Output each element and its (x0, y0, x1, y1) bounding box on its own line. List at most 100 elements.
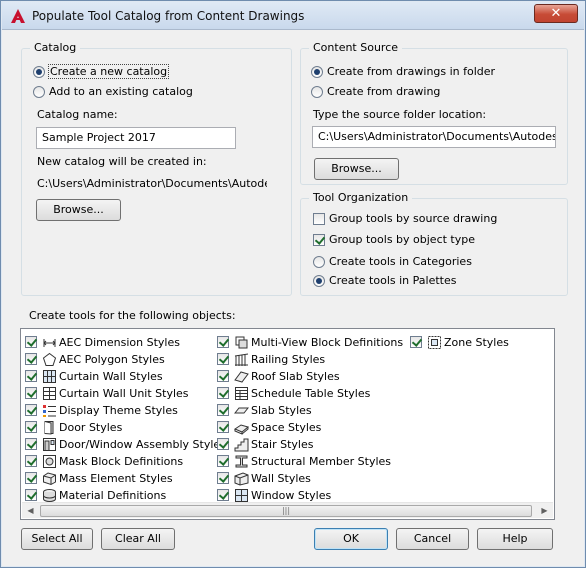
list-item[interactable]: Mass Element Styles (25, 470, 173, 486)
checkbox-indicator (217, 421, 229, 433)
list-item-label: Stair Styles (251, 437, 314, 451)
checkbox-indicator (217, 353, 229, 365)
tools-in-categories-label: Create tools in Categories (329, 255, 472, 268)
structural-member-icon (235, 455, 248, 467)
list-item[interactable]: Door/Window Assembly Styles (25, 436, 226, 452)
group-by-source-checkbox[interactable]: Group tools by source drawing (313, 212, 497, 225)
add-existing-catalog-label: Add to an existing catalog (49, 85, 193, 98)
curtain-wall-icon (43, 369, 56, 383)
list-item[interactable]: Space Styles (217, 419, 321, 435)
checkbox-indicator (217, 455, 229, 467)
slab-icon (234, 407, 249, 413)
checkbox-indicator (25, 336, 37, 348)
catalog-browse-button[interactable]: Browse... (36, 199, 121, 221)
help-button[interactable]: Help (477, 528, 553, 550)
multi-view-block-icon (235, 336, 248, 348)
title-bar[interactable]: Populate Tool Catalog from Content Drawi… (2, 2, 584, 30)
group-by-type-label: Group tools by object type (329, 233, 475, 246)
create-new-catalog-radio[interactable]: Create a new catalog (33, 64, 170, 79)
close-button[interactable]: ✕ (534, 4, 578, 23)
checkbox-indicator (217, 404, 229, 416)
roof-slab-icon (234, 370, 249, 383)
list-item[interactable]: Zone Styles (410, 334, 509, 350)
catalog-name-input[interactable]: Sample Project 2017 (36, 127, 236, 149)
list-item-label: Door/Window Assembly Styles (59, 437, 226, 451)
material-icon (43, 488, 56, 502)
radio-indicator (33, 65, 45, 78)
list-item-label: AEC Polygon Styles (59, 352, 165, 366)
list-item-label: Curtain Wall Unit Styles (59, 386, 189, 400)
list-item[interactable]: Schedule Table Styles (217, 385, 370, 401)
tools-in-categories-radio[interactable]: Create tools in Categories (313, 255, 472, 268)
create-from-drawing-label: Create from drawing (327, 85, 441, 98)
scroll-right-arrow-icon[interactable]: ▶ (536, 503, 553, 519)
list-item[interactable]: Roof Slab Styles (217, 368, 340, 384)
checkbox-indicator (25, 370, 37, 382)
checkbox-indicator (217, 472, 229, 484)
list-item[interactable]: AEC Polygon Styles (25, 351, 165, 367)
create-from-drawing-radio[interactable]: Create from drawing (311, 85, 440, 98)
source-folder-input[interactable]: C:\Users\Administrator\Documents\Autodes… (312, 126, 556, 148)
list-item-label: Display Theme Styles (59, 403, 178, 417)
list-item[interactable]: Mask Block Definitions (25, 453, 183, 469)
list-item[interactable]: Railing Styles (217, 351, 325, 367)
list-item[interactable]: Structural Member Styles (217, 453, 391, 469)
checkbox-indicator (25, 404, 37, 416)
space-icon (234, 423, 249, 435)
checkbox-indicator (217, 336, 229, 348)
source-folder-label: Type the source folder location: (313, 108, 487, 121)
door-window-assembly-icon (43, 437, 56, 451)
list-item[interactable]: Material Definitions (25, 487, 166, 503)
wall-icon (234, 471, 249, 486)
mass-element-icon (43, 471, 56, 485)
catalog-name-label: Catalog name: (37, 108, 118, 121)
list-item-label: Mask Block Definitions (59, 454, 184, 468)
list-item[interactable]: Wall Styles (217, 470, 311, 486)
add-existing-catalog-radio[interactable]: Add to an existing catalog (33, 85, 193, 98)
list-item[interactable]: Slab Styles (217, 402, 312, 418)
source-browse-button[interactable]: Browse... (314, 158, 399, 180)
checkbox-indicator (25, 489, 37, 501)
checkbox-indicator (217, 387, 229, 399)
list-item[interactable]: AEC Dimension Styles (25, 334, 180, 350)
list-item[interactable]: Door Styles (25, 419, 122, 435)
door-icon (44, 420, 54, 435)
content-source-group-title: Content Source (309, 41, 403, 54)
checkbox-indicator (217, 370, 229, 382)
list-item[interactable]: Multi-View Block Definitions (217, 334, 403, 350)
create-from-folder-radio[interactable]: Create from drawings in folder (311, 65, 495, 78)
cancel-button[interactable]: Cancel (396, 528, 469, 550)
aec-dimension-icon (43, 338, 56, 347)
checkbox-indicator (217, 438, 229, 450)
ok-button[interactable]: OK (314, 528, 388, 550)
scrollbar-thumb[interactable]: ||| (40, 505, 532, 517)
create-from-folder-label: Create from drawings in folder (327, 65, 496, 78)
select-all-button[interactable]: Select All (21, 528, 93, 550)
stair-icon (234, 438, 249, 451)
horizontal-scrollbar[interactable]: ◀ ||| ▶ (22, 502, 553, 518)
group-by-type-checkbox[interactable]: Group tools by object type (313, 233, 475, 246)
list-item[interactable]: Window Styles (217, 487, 331, 503)
list-item[interactable]: Display Theme Styles (25, 402, 178, 418)
create-new-catalog-label: Create a new catalog (47, 64, 170, 79)
zone-icon (428, 335, 441, 349)
polygon-icon (42, 352, 57, 366)
tools-in-palettes-radio[interactable]: Create tools in Palettes (313, 274, 456, 287)
catalog-location-label: New catalog will be created in: (37, 155, 207, 168)
clear-all-button[interactable]: Clear All (101, 528, 175, 550)
list-item[interactable]: Curtain Wall Styles (25, 368, 163, 384)
checkbox-indicator (25, 353, 37, 365)
list-item-label: Slab Styles (251, 403, 312, 417)
list-item-label: Wall Styles (251, 471, 311, 485)
checkbox-indicator (410, 336, 422, 348)
scroll-left-arrow-icon[interactable]: ◀ (22, 503, 39, 519)
objects-listbox[interactable]: AEC Dimension Styles AEC Polygon Styles … (20, 328, 555, 520)
list-item[interactable]: Stair Styles (217, 436, 313, 452)
list-item[interactable]: Curtain Wall Unit Styles (25, 385, 189, 401)
checkbox-indicator (25, 455, 37, 467)
checkbox-indicator (25, 421, 37, 433)
autocad-logo-icon (11, 9, 25, 23)
list-item-label: Curtain Wall Styles (59, 369, 163, 383)
curtain-wall-unit-icon (43, 386, 56, 400)
mask-block-icon (43, 454, 56, 468)
